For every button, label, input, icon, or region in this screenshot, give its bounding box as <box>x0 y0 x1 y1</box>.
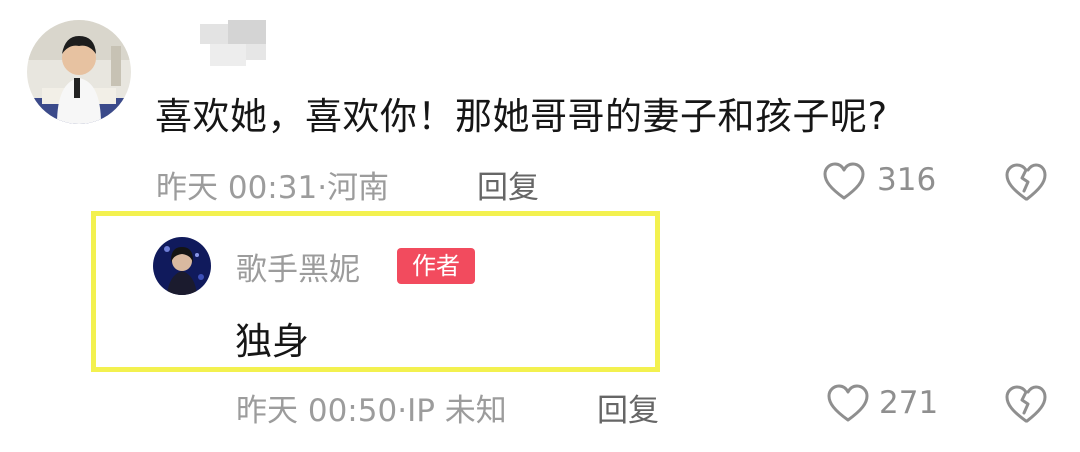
reply-location: IP 未知 <box>407 393 507 429</box>
comment-meta: 昨天 00:31·河南 <box>156 162 389 207</box>
reply-like-button[interactable] <box>826 382 870 426</box>
heart-outline-icon <box>823 162 865 200</box>
author-badge: 作者 <box>397 248 475 284</box>
commenter-avatar[interactable] <box>27 20 131 124</box>
reply-button[interactable]: 回复 <box>477 162 539 207</box>
dislike-button[interactable] <box>1003 160 1049 204</box>
author-avatar[interactable] <box>153 237 211 295</box>
heart-outline-icon <box>827 384 869 422</box>
reply-text: 独身 <box>235 320 309 363</box>
reply-like-count: 271 <box>879 385 939 421</box>
like-button[interactable] <box>822 160 866 204</box>
comment-location: 河南 <box>327 170 390 206</box>
meta-separator: · <box>317 170 328 206</box>
reply-time: 昨天 00:50 <box>236 393 398 429</box>
comment-text: 喜欢她，喜欢你！那她哥哥的妻子和孩子呢? <box>155 95 888 138</box>
broken-heart-icon <box>1005 385 1047 423</box>
meta-separator: · <box>397 393 408 429</box>
reply-author-name[interactable]: 歌手黑妮 <box>236 244 360 289</box>
commenter-name-mosaic <box>200 20 270 80</box>
reply-reply-button[interactable]: 回复 <box>597 385 659 430</box>
reply-dislike-button[interactable] <box>1003 382 1049 426</box>
comment-time: 昨天 00:31 <box>156 170 318 206</box>
reply-meta: 昨天 00:50·IP 未知 <box>236 385 507 430</box>
broken-heart-icon <box>1005 163 1047 201</box>
like-count: 316 <box>877 162 937 198</box>
